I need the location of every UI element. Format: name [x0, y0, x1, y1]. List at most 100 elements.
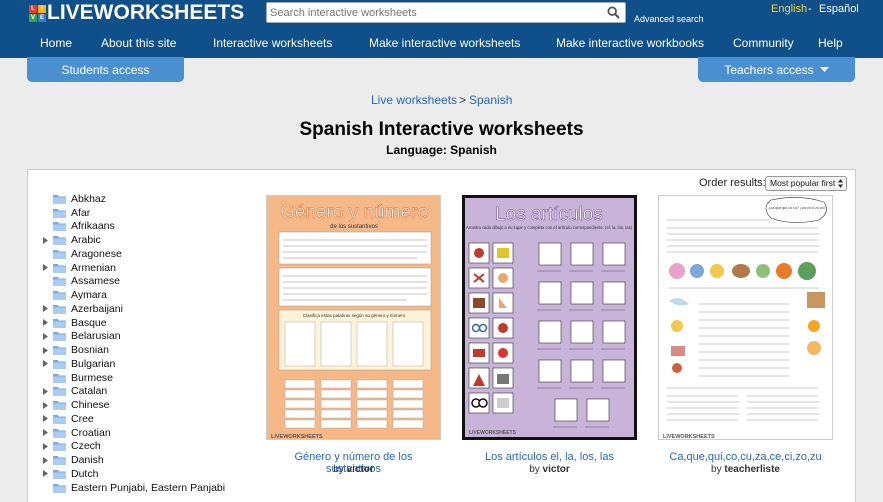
language-name: Azerbaijani — [71, 302, 123, 315]
language-tree-item[interactable]: Aragonese — [43, 247, 243, 261]
language-name: Eastern Punjabi, Eastern Panjabi — [71, 481, 226, 494]
order-results-label: Order results: — [699, 177, 766, 189]
page-title: Spanish Interactive worksheets — [299, 119, 584, 140]
worksheet-thumbnail[interactable]: Género y número de los sustantivos Clasi… — [266, 195, 441, 440]
language-tree-item[interactable]: Bulgarian — [43, 357, 243, 371]
folder-icon — [53, 469, 66, 479]
language-tree-item[interactable]: Armenian — [43, 261, 243, 275]
nav-home[interactable]: Home — [40, 36, 72, 50]
expand-arrow-icon[interactable] — [43, 236, 52, 245]
expand-arrow-icon[interactable] — [43, 359, 52, 368]
language-english-link[interactable]: English — [771, 3, 807, 15]
thumb-box-label: Clasifica estas palabras según su género… — [303, 313, 406, 318]
language-tree-item[interactable]: Afrikaans — [43, 220, 243, 234]
language-spanish-link[interactable]: Español — [819, 3, 859, 15]
expand-arrow-icon[interactable] — [43, 332, 52, 341]
language-tree-item[interactable]: Czech — [43, 440, 243, 454]
nav-community[interactable]: Community — [733, 36, 794, 50]
language-name: Aymara — [71, 289, 107, 302]
students-access-button[interactable]: Students access — [27, 57, 184, 82]
language-name: Bulgarian — [71, 357, 116, 370]
expand-arrow-icon[interactable] — [43, 387, 52, 396]
language-name: Croatian — [71, 426, 111, 439]
language-tree-item[interactable]: Arabic — [43, 233, 243, 247]
language-tree-item[interactable]: Croatian — [43, 426, 243, 440]
language-tree-item[interactable]: Bosnian — [43, 343, 243, 357]
worksheet-title-link[interactable]: Ca,que,qui,co,cu,za,ce,ci,zo,zu — [658, 451, 833, 463]
nav-about[interactable]: About this site — [101, 36, 176, 50]
logo-letter: E — [38, 13, 46, 22]
thumb-heading: Género y número — [280, 202, 428, 223]
folder-icon — [53, 373, 66, 383]
language-tree-item[interactable]: Belarusian — [43, 330, 243, 344]
author-name[interactable]: victor — [543, 464, 570, 475]
expand-arrow-icon[interactable] — [43, 263, 52, 272]
logo-letter: I — [38, 4, 46, 13]
folder-icon — [53, 386, 66, 397]
language-tree-item[interactable]: Chinese — [43, 398, 243, 412]
language-name: Afrikaans — [71, 220, 115, 233]
author-name[interactable]: teacherliste — [724, 464, 780, 475]
language-tree-item[interactable]: Dutch — [43, 467, 243, 481]
logo-letter: V — [29, 13, 37, 22]
folder-icon — [53, 194, 66, 204]
by-label: by — [333, 464, 344, 475]
site-logo[interactable]: L I V E LIVEWORKSHEETS — [29, 1, 245, 24]
language-name: Chinese — [71, 399, 110, 412]
thumb-watermark: LIVEWORKSHEETS — [469, 430, 517, 436]
teachers-access-button[interactable]: Teachers access — [698, 57, 855, 82]
worksheet-thumbnail[interactable]: Los artículos Arrastra cada dibujo a su … — [462, 195, 637, 440]
language-tree-item[interactable]: Eastern Punjabi, Eastern Panjabi — [43, 481, 243, 495]
nav-help[interactable]: Help — [818, 36, 843, 50]
language-name: Catalan — [71, 385, 108, 398]
folder-icon — [53, 263, 66, 273]
order-results-select[interactable]: Most popular first — [765, 176, 847, 191]
advanced-search-link[interactable]: Advanced search — [634, 14, 704, 24]
language-tree-item[interactable]: Aymara — [43, 288, 243, 302]
worksheet-author: by victor — [462, 464, 637, 475]
expand-arrow-icon[interactable] — [43, 318, 52, 327]
nav-interactive-worksheets[interactable]: Interactive worksheets — [213, 36, 332, 50]
folder-icon — [53, 441, 66, 452]
language-tree-item[interactable]: Danish — [43, 453, 243, 467]
expand-arrow-icon[interactable] — [43, 304, 52, 313]
logo-text: LIVEWORKSHEETS — [47, 1, 245, 24]
worksheet-preview-genero: Género y número de los sustantivos Clasi… — [267, 196, 440, 439]
search-button[interactable] — [601, 3, 625, 22]
expand-arrow-icon[interactable] — [43, 456, 52, 465]
language-tree-item[interactable]: Assamese — [43, 275, 243, 289]
nav-make-workbooks[interactable]: Make interactive workbooks — [556, 36, 704, 50]
language-name: Arabic — [71, 234, 101, 247]
language-tree-item[interactable]: Burmese — [43, 371, 243, 385]
worksheet-title-link[interactable]: Los artículos el, la, los, las — [462, 451, 637, 463]
by-label: by — [711, 464, 722, 475]
teachers-access-label: Teachers access — [724, 62, 814, 77]
expand-arrow-icon[interactable] — [43, 414, 52, 423]
language-name: Assamese — [71, 275, 121, 288]
language-name: Afar — [71, 206, 91, 219]
language-tree-item[interactable]: Afar — [43, 206, 243, 220]
folder-icon — [53, 208, 66, 218]
expand-arrow-icon[interactable] — [43, 442, 52, 451]
language-name: Bosnian — [71, 344, 109, 357]
folder-icon — [53, 221, 66, 232]
language-tree-item[interactable]: Abkhaz — [43, 192, 243, 206]
nav-make-worksheets[interactable]: Make interactive worksheets — [369, 36, 520, 50]
expand-arrow-icon[interactable] — [43, 346, 52, 355]
language-tree-item[interactable]: Basque — [43, 316, 243, 330]
breadcrumb-current-link[interactable]: Spanish — [469, 93, 512, 107]
language-tree-item[interactable]: Azerbaijani — [43, 302, 243, 316]
logo-mark-icon: L I V E — [29, 4, 46, 22]
language-tree-item[interactable]: Cree — [43, 412, 243, 426]
expand-arrow-icon[interactable] — [43, 428, 52, 437]
breadcrumb-root-link[interactable]: Live worksheets — [371, 93, 457, 107]
search-input[interactable] — [267, 3, 602, 22]
language-tree-item[interactable]: Catalan — [43, 385, 243, 399]
expand-arrow-icon[interactable] — [43, 401, 52, 410]
worksheet-thumbnail[interactable]: ¿ca que qui co cu? ¿za ce ci zo zu? LIVE… — [658, 195, 833, 440]
expand-arrow-icon[interactable] — [43, 469, 52, 478]
author-name[interactable]: victor — [347, 464, 374, 475]
worksheet-author: by victor — [266, 464, 441, 475]
